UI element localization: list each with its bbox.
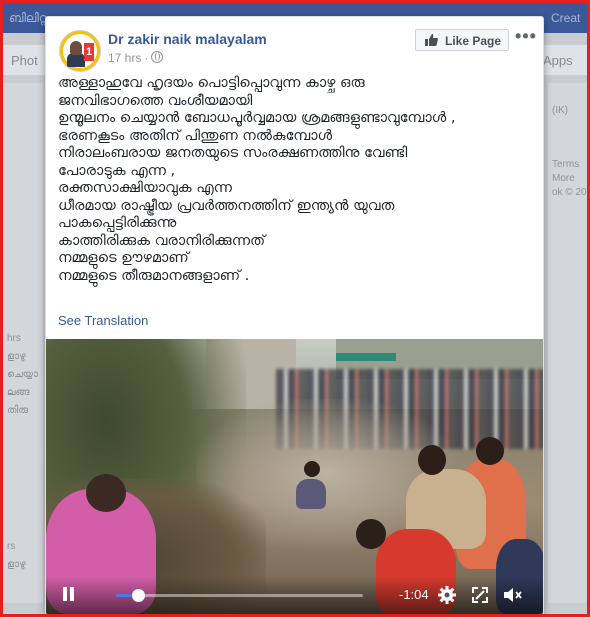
video-controls: -1:04 — [46, 576, 543, 614]
background-nav-apps: Apps — [543, 53, 573, 68]
avatar-figure-body — [67, 53, 85, 67]
video-player[interactable]: -1:04 — [46, 339, 543, 614]
background-right-column: (IK) Terms More ok © 20 — [548, 83, 587, 603]
background-right-text: Terms — [552, 159, 580, 170]
like-page-label: Like Page — [445, 34, 502, 48]
post-text-line: ധീരമായ രാഷ്ട്രീയ പ്രവർത്തനത്തിന് ഇന്ത്യൻ… — [58, 197, 395, 214]
background-right-text: ok © 20 — [552, 187, 587, 198]
video-frame-person — [304, 461, 320, 477]
video-frame-person — [296, 479, 326, 509]
video-frame-person — [476, 437, 504, 465]
background-right-text: (IK) — [552, 105, 569, 116]
fullscreen-glyph — [472, 587, 488, 603]
settings-gear-glyph — [438, 586, 456, 604]
video-progress-bar[interactable] — [116, 589, 363, 602]
video-frame-person — [418, 445, 446, 475]
background-left-text: ലങ്ങ — [7, 387, 30, 398]
volume-glyph — [504, 588, 522, 602]
video-frame-awning — [336, 353, 396, 361]
background-left-text: ളാഴു — [7, 559, 26, 570]
post-text-line: പാകപ്പെട്ടിരിക്കുന്നു — [58, 215, 177, 231]
volume-icon[interactable] — [502, 585, 522, 605]
pause-icon[interactable] — [62, 587, 76, 603]
post-text-line: നമ്മളുടെ തീരുമാനങ്ങളാണ് . — [58, 267, 250, 284]
screenshot-frame: ബിലിറ്റ Creat Phot Apps hrs ളാഴു ചെയ്യാ … — [0, 0, 590, 617]
video-time-remaining: -1:04 — [399, 587, 429, 602]
background-nav-photos: Phot — [11, 53, 38, 68]
post-text-line: നമ്മളുടെ ഊഴമാണ് — [58, 250, 189, 266]
see-translation-link[interactable]: See Translation — [58, 313, 148, 328]
background-left-text: ചെയ്യാ — [7, 369, 39, 380]
meta-separator: · — [144, 51, 149, 65]
post-text-line: നിരാലംബരായ ജനതയുടെ സംരക്ഷണത്തിനു വേണ്ടി — [58, 145, 408, 161]
settings-gear-icon[interactable] — [437, 585, 457, 605]
post-card: 1 Dr zakir naik malayalam 17 hrs · Like P… — [45, 16, 544, 614]
like-page-button[interactable]: Like Page — [415, 29, 509, 51]
background-topbar-text-right: Creat — [551, 11, 581, 25]
page-avatar[interactable]: 1 — [59, 30, 101, 72]
page-name-link[interactable]: Dr zakir naik malayalam — [108, 31, 267, 47]
post-text-line: ജനവിഭാഗത്തെ വംശീയമായി — [58, 92, 253, 109]
pause-bar — [70, 587, 74, 601]
post-timestamp[interactable]: 17 hrs — [108, 51, 141, 65]
post-text-line: കാത്തിരിക്കുക വരാനിരിക്കുന്നത് — [58, 232, 266, 249]
video-frame-person — [356, 519, 386, 549]
post-text-line: പോരാടുക എന്ന , — [58, 162, 176, 179]
video-progress-handle[interactable] — [132, 589, 146, 602]
video-frame-person — [86, 474, 126, 512]
post-text-line: രക്തസാക്ഷിയാവുക എന്ന — [58, 180, 232, 196]
background-left-column: hrs ളാഴു ചെയ്യാ ലങ്ങ തിരു rs ളാഴു — [3, 83, 43, 603]
background-right-text: More — [552, 173, 575, 184]
post-meta: 17 hrs · — [108, 51, 164, 65]
globe-icon[interactable] — [151, 51, 164, 63]
post-text: അള്ളാഹുവേ ഹൃദയം പൊട്ടിപ്പൊവുന്ന കാഴ്ച ഒര… — [58, 75, 528, 285]
background-left-text: rs — [7, 541, 16, 552]
pause-bar — [63, 587, 67, 601]
background-left-text: ളാഴു — [7, 351, 26, 362]
post-text-line: ഉന്മൂലനം ചെയ്യാൻ ബോധപൂർവ്വമായ ശ്രമങ്ങളുണ… — [58, 110, 456, 126]
thumbs-up-icon — [425, 34, 438, 46]
fullscreen-icon[interactable] — [470, 585, 490, 605]
more-options-icon[interactable]: ••• — [515, 27, 537, 51]
background-topbar-text-left: ബിലിറ്റ — [9, 11, 47, 25]
background-left-text: hrs — [7, 333, 21, 344]
background-left-text: തിരു — [7, 405, 29, 416]
post-text-line: അള്ളാഹുവേ ഹൃദയം പൊട്ടിപ്പൊവുന്ന കാഴ്ച ഒര… — [58, 75, 365, 91]
avatar-figure-head — [70, 41, 82, 55]
post-text-line: ഭരണകൂടം അതിന് പിന്തുണ നൽകുമ്പോൾ — [58, 127, 333, 144]
avatar-badge: 1 — [84, 43, 94, 61]
